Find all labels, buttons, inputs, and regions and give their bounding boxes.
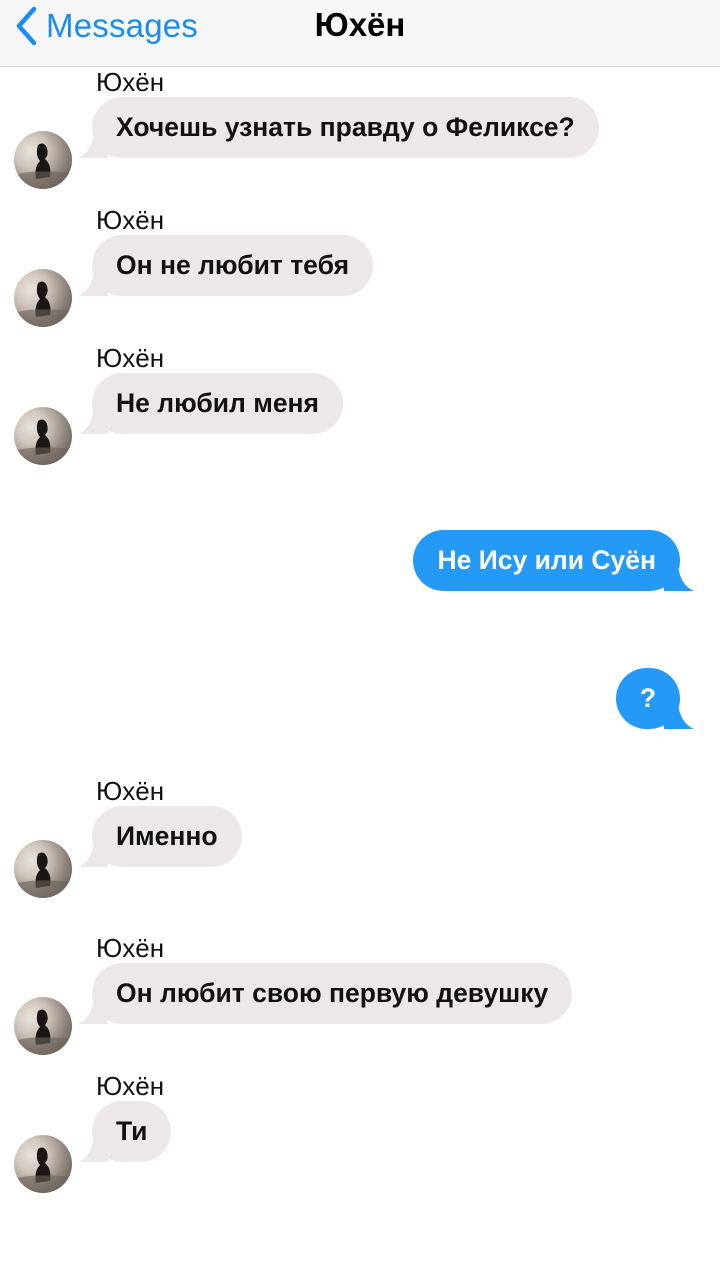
avatar[interactable]: [14, 407, 72, 465]
chat-screen: Messages Юхён Юхён Хочешь узнать правду …: [0, 0, 720, 1280]
message-text: Именно: [116, 821, 218, 851]
message-text: Не Ису или Суён: [437, 545, 656, 575]
message-text: Он не любит тебя: [116, 250, 350, 280]
message-text: Хочешь узнать правду о Феликсе?: [116, 112, 575, 142]
message-text: ?: [639, 683, 656, 713]
sender-name: Юхён: [96, 776, 165, 806]
outgoing-message-bubble[interactable]: Не Ису или Суён: [413, 530, 694, 591]
incoming-message-bubble[interactable]: Ти: [78, 1101, 172, 1162]
incoming-message-bubble[interactable]: Именно: [78, 806, 242, 867]
avatar[interactable]: [14, 1135, 72, 1193]
avatar[interactable]: [14, 997, 72, 1055]
sender-name: Юхён: [96, 67, 165, 97]
message-text: Не любил меня: [116, 388, 320, 418]
sender-name: Юхён: [96, 343, 165, 373]
incoming-message-bubble[interactable]: Хочешь узнать правду о Феликсе?: [78, 97, 599, 158]
avatar[interactable]: [14, 840, 72, 898]
incoming-message-bubble[interactable]: Не любил меня: [78, 373, 344, 434]
incoming-message-bubble[interactable]: Он любит свою первую девушку: [78, 963, 573, 1024]
sender-name: Юхён: [96, 933, 165, 963]
avatar[interactable]: [14, 131, 72, 189]
conversation-title[interactable]: Юхён: [0, 6, 720, 44]
navigation-bar: Messages Юхён: [0, 0, 720, 67]
message-text: Он любит свою первую девушку: [116, 978, 549, 1008]
message-text: Ти: [116, 1116, 148, 1146]
outgoing-message-bubble[interactable]: ?: [615, 668, 694, 729]
avatar[interactable]: [14, 269, 72, 327]
sender-name: Юхён: [96, 205, 165, 235]
incoming-message-bubble[interactable]: Он не любит тебя: [78, 235, 374, 296]
sender-name: Юхён: [96, 1071, 165, 1101]
